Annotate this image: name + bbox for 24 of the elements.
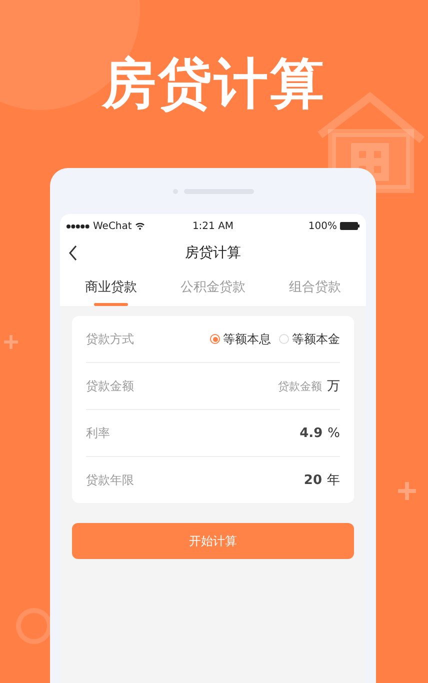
field-label: 贷款金额 (86, 378, 134, 394)
unit-label: % (328, 426, 340, 440)
carrier-name: WeChat (93, 220, 132, 232)
back-icon[interactable] (68, 245, 78, 261)
status-time: 1:21 AM (192, 220, 234, 232)
field-label: 贷款年限 (86, 472, 134, 488)
battery-percent: 100% (308, 220, 337, 232)
headline: 房贷计算 (102, 51, 326, 117)
plus-icon (2, 333, 20, 351)
nav-title: 房贷计算 (185, 244, 241, 262)
tab[interactable]: 商业贷款 (60, 268, 162, 306)
field-label: 利率 (86, 424, 110, 442)
unit-label: 年 (327, 472, 340, 489)
amount-input[interactable]: 贷款金额 (262, 380, 322, 392)
field-label: 贷款方式 (86, 330, 134, 348)
radio-option[interactable]: 等额本息 (210, 330, 271, 348)
field-value[interactable]: 20 (304, 473, 322, 488)
unit-label: 万 (327, 378, 340, 395)
signal-icon (66, 224, 90, 228)
plus-icon (396, 480, 418, 502)
wifi-icon (134, 222, 145, 230)
radio-option[interactable]: 等额本金 (279, 330, 340, 348)
field-value[interactable]: 4.9 (300, 426, 323, 440)
battery-icon (340, 222, 360, 230)
